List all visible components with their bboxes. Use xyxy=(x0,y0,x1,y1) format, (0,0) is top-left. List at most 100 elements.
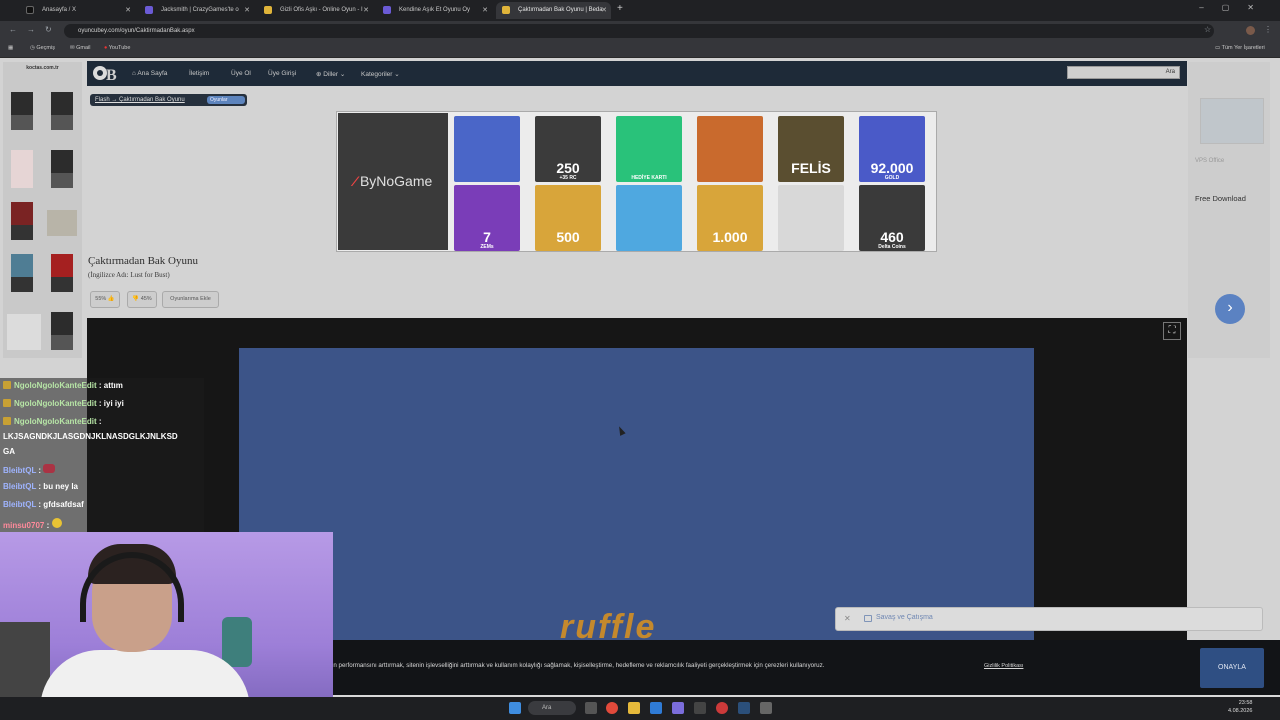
banner-tile[interactable]: HEDİYE KARTI xyxy=(616,116,682,182)
star-icon[interactable]: ☆ xyxy=(1204,25,1211,34)
nav-label: Diller xyxy=(323,71,339,78)
close-icon[interactable]: ✕ xyxy=(601,2,607,19)
system-clock[interactable]: 23:58 4.08.2026 xyxy=(1228,699,1252,715)
nav-languages[interactable]: ⊕ Diller ⌄ xyxy=(316,70,345,78)
tab-label: Çaktırmadan Bak Oyunu | Beda xyxy=(518,7,603,13)
back-icon[interactable]: ← xyxy=(9,25,17,34)
privacy-policy-link[interactable]: Gizlilik Politikası xyxy=(984,663,1023,669)
new-tab-button[interactable]: + xyxy=(617,3,623,14)
browser-tab[interactable]: Gizli Ofis Aşkı - Online Oyun - I ✕ xyxy=(258,2,373,19)
banner-tile[interactable]: 1.000 xyxy=(697,185,763,251)
add-to-my-games-button[interactable]: Oyunlarıma Ekle xyxy=(162,291,219,308)
browser-tab[interactable]: Anasayfa / X ✕ xyxy=(20,2,135,19)
site-favicon-icon xyxy=(145,6,153,14)
close-icon[interactable]: ✕ xyxy=(363,2,369,19)
banner-tile[interactable]: 92.000 GOLD xyxy=(859,116,925,182)
fullscreen-icon[interactable]: ⛶ xyxy=(1163,322,1181,340)
task-view-icon[interactable] xyxy=(585,702,597,714)
bookmark-label: Gmail xyxy=(76,45,91,51)
nav-register[interactable]: Üye Ol xyxy=(231,70,251,77)
bookmark-history[interactable]: ◷ Geçmiş xyxy=(30,45,55,51)
category-toast[interactable]: ✕ Savaş ve Çatışma xyxy=(835,607,1263,631)
ruffle-player[interactable] xyxy=(239,348,1034,640)
chair-image xyxy=(51,92,73,130)
chrome-icon[interactable] xyxy=(606,702,618,714)
browser-tab-bar: Anasayfa / X ✕ Jacksmith | CrazyGames'te… xyxy=(0,0,1280,21)
file-explorer-icon[interactable] xyxy=(628,702,640,714)
youtube-icon: ● xyxy=(104,45,108,51)
reload-icon[interactable]: ↻ xyxy=(45,25,52,34)
banner-tile[interactable]: 7 ZEMs xyxy=(454,185,520,251)
settings-icon[interactable] xyxy=(760,702,772,714)
tile-sublabel: GOLD xyxy=(884,175,900,181)
app-icon[interactable] xyxy=(650,702,662,714)
nav-login[interactable]: Üye Girişi xyxy=(268,70,296,77)
banner-tile[interactable]: 500 xyxy=(535,185,601,251)
search-button[interactable]: Ara xyxy=(1166,69,1175,75)
banner-tile[interactable] xyxy=(616,185,682,251)
bookmark-gmail[interactable]: ✉ Gmail xyxy=(70,45,91,51)
tile-label: FELİS xyxy=(791,160,831,176)
bynogame-logo[interactable]: ⁄ ByNoGame xyxy=(338,113,448,250)
menu-icon[interactable]: ⋮ xyxy=(1264,25,1272,34)
like-button[interactable]: 55% 👍 xyxy=(90,291,120,308)
stream-chat-overlay: NgoloNgoloKanteEdit : attım NgoloNgoloKa… xyxy=(0,378,204,532)
emote-icon xyxy=(43,464,56,473)
nav-label: Kategoriler xyxy=(361,71,393,78)
apps-icon[interactable]: ▦ xyxy=(8,45,13,51)
left-ad-panel[interactable]: koctas.com.tr xyxy=(3,62,82,358)
browser-tab-active[interactable]: Çaktırmadan Bak Oyunu | Beda ✕ xyxy=(496,2,611,19)
steam-icon[interactable] xyxy=(738,702,750,714)
profile-avatar[interactable] xyxy=(1246,26,1255,35)
cookie-text: in performansını arttırmak, sitenin işle… xyxy=(332,662,825,669)
banner-tile[interactable] xyxy=(454,116,520,182)
banner-tile[interactable] xyxy=(778,185,844,251)
all-bookmarks[interactable]: ▭ Tüm Yer İşaretleri xyxy=(1215,45,1265,51)
window-controls[interactable]: –▢✕ xyxy=(1199,3,1272,12)
discord-icon[interactable] xyxy=(672,702,684,714)
chat-message: NgoloNgoloKanteEdit : xyxy=(3,417,102,426)
banner-tile[interactable]: FELİS xyxy=(778,116,844,182)
close-icon[interactable]: ✕ xyxy=(482,2,488,19)
close-icon[interactable]: ✕ xyxy=(125,2,131,19)
app-icon[interactable] xyxy=(694,702,706,714)
app-icon[interactable] xyxy=(716,702,728,714)
bookmark-label: YouTube xyxy=(108,45,131,51)
banner-tile[interactable]: 250 +35 RC xyxy=(535,116,601,182)
chevron-right-icon[interactable]: › xyxy=(1215,294,1245,324)
browser-tab[interactable]: Jacksmith | CrazyGames'te o ✕ xyxy=(139,2,254,19)
breadcrumb-badge[interactable]: Oyunlar xyxy=(207,96,245,104)
banner-tile[interactable]: 460 Delta Coins xyxy=(859,185,925,251)
chat-user: BleibtQL xyxy=(3,482,37,491)
nav-contact[interactable]: İletişim xyxy=(189,70,209,77)
site-favicon-icon xyxy=(383,6,391,14)
forward-icon[interactable]: → xyxy=(27,25,35,34)
chat-message: NgoloNgoloKanteEdit : iyi iyi xyxy=(3,399,124,408)
site-logo[interactable]: B xyxy=(92,63,120,84)
dislike-button[interactable]: 👎 45% xyxy=(127,291,157,308)
ad-image xyxy=(1200,98,1264,144)
close-icon[interactable]: ✕ xyxy=(844,614,851,623)
banner-tile[interactable] xyxy=(697,116,763,182)
windows-start-icon[interactable] xyxy=(509,702,521,714)
breadcrumb-label: Flash → Çaktırmadan Bak Oyunu xyxy=(95,97,185,103)
ad-download[interactable]: Free Download xyxy=(1195,194,1246,203)
chat-text: : gfdsafdsaf xyxy=(38,500,84,509)
bookmark-youtube[interactable]: ● YouTube xyxy=(104,45,130,51)
nav-home[interactable]: ⌂ Ana Sayfa xyxy=(132,70,167,77)
chair-image xyxy=(51,312,73,350)
chair-image xyxy=(11,92,33,130)
taskbar-search-label: Ara xyxy=(542,705,552,711)
nav-categories[interactable]: Kategoriler ⌄ xyxy=(361,70,400,78)
site-search-input[interactable]: Ara xyxy=(1067,66,1180,79)
tile-sublabel: HEDİYE KARTI xyxy=(631,175,667,181)
nav-label: Ana Sayfa xyxy=(137,70,168,77)
browser-tab[interactable]: Kendine Aşık Et Oyunu Oy ✕ xyxy=(377,2,492,19)
close-icon[interactable]: ✕ xyxy=(244,2,250,19)
url-input[interactable]: oyuncubey.com/oyun/CaktirmadanBak.aspx xyxy=(64,24,1214,38)
taskbar-search[interactable]: Ara xyxy=(528,701,576,715)
webcam-overlay xyxy=(0,532,333,720)
site-navbar: ⌂ Ana Sayfa İletişim Üye Ol Üye Girişi ⊕… xyxy=(87,61,1187,86)
accept-cookies-button[interactable]: ONAYLA xyxy=(1200,648,1264,688)
like-percent: 55% xyxy=(95,296,107,302)
